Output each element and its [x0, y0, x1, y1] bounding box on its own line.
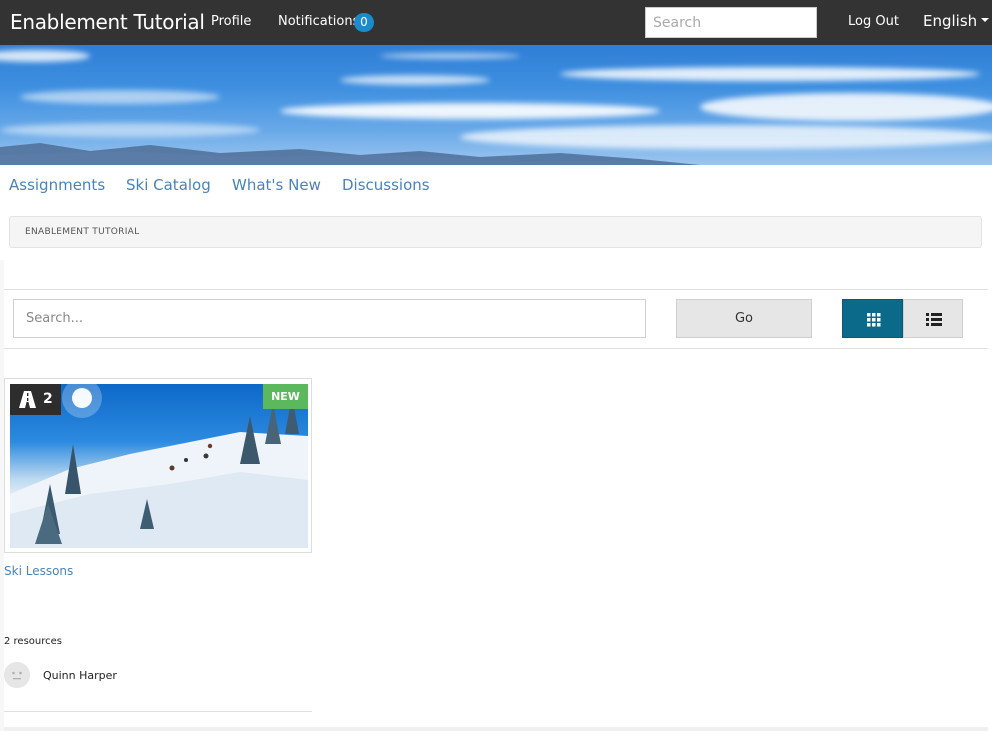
grid-icon [867, 313, 881, 327]
tab-whats-new[interactable]: What's New [232, 176, 321, 194]
tab-assignments[interactable]: Assignments [9, 176, 105, 194]
hero-banner [0, 45, 992, 165]
page-bottom-edge [4, 727, 988, 731]
profile-link[interactable]: Profile [211, 14, 251, 29]
tab-ski-catalog[interactable]: Ski Catalog [126, 176, 211, 194]
avatar[interactable] [4, 662, 30, 688]
breadcrumb: ENABLEMENT TUTORIAL [9, 216, 982, 248]
neutral-face-icon [4, 662, 30, 688]
notifications-count-badge[interactable]: 0 [354, 13, 374, 32]
mountain-silhouette [0, 143, 700, 165]
breadcrumb-item[interactable]: ENABLEMENT TUTORIAL [25, 227, 139, 237]
tab-discussions[interactable]: Discussions [342, 176, 430, 194]
header-search-input[interactable] [645, 7, 817, 38]
catalog-card[interactable]: 2 NEW [4, 378, 312, 553]
card-title-link[interactable]: Ski Lessons [4, 564, 73, 578]
cloud-decoration [380, 53, 520, 59]
caret-down-icon [981, 17, 990, 22]
language-label: English [923, 12, 978, 30]
cloud-decoration [560, 67, 980, 81]
card-divider [4, 711, 312, 712]
notifications-link[interactable]: Notifications [278, 14, 359, 29]
brand-title[interactable]: Enablement Tutorial [10, 10, 205, 34]
resource-count-tag: 2 [10, 384, 61, 415]
cloud-decoration [20, 90, 220, 104]
cloud-decoration [0, 50, 90, 62]
road-icon [19, 391, 36, 408]
top-navbar: Enablement Tutorial Profile Notification… [0, 0, 992, 45]
author-name[interactable]: Quinn Harper [43, 669, 117, 682]
resource-count: 2 [43, 391, 53, 407]
grid-view-button[interactable] [842, 299, 903, 338]
resource-count-label: 2 resources [4, 636, 63, 647]
cloud-decoration [700, 93, 992, 121]
cloud-decoration [280, 103, 660, 119]
cloud-decoration [340, 75, 490, 85]
catalog-search-input[interactable] [13, 299, 646, 338]
new-badge: NEW [263, 384, 308, 409]
list-icon [926, 313, 942, 326]
list-view-button[interactable] [903, 299, 963, 338]
language-dropdown[interactable]: English [923, 12, 990, 30]
logout-link[interactable]: Log Out [848, 14, 899, 29]
go-button[interactable]: Go [676, 299, 812, 338]
